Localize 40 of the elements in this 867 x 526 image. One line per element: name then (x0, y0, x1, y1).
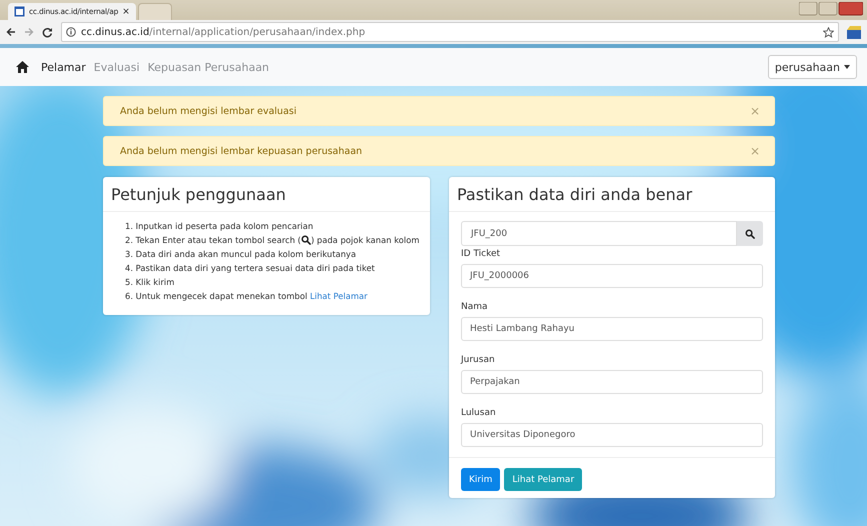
info-icon[interactable] (66, 27, 76, 37)
window-controls-icon[interactable] (799, 2, 863, 16)
submit-button[interactable]: Kirim (461, 468, 500, 491)
step-text: 1. Inputkan id peserta pada kolom pencarian (125, 221, 314, 231)
user-menu-button[interactable]: perusahaan (768, 55, 857, 79)
input-field[interactable]: Hesti Lambang Rahayu (461, 317, 763, 341)
input-field[interactable]: Universitas Diponegoro (461, 423, 763, 447)
lihat-pelamar-link[interactable]: Lihat Pelamar (310, 291, 368, 301)
field-label: Lulusan (461, 408, 497, 418)
search-field[interactable]: JFU_200 (461, 221, 737, 246)
page-icon (14, 6, 25, 17)
alert-text: Anda belum mengisi lembar evaluasi (120, 106, 298, 116)
step-text: 5. Klik kirim (125, 277, 174, 287)
alert-text: Anda belum mengisi lembar kepuasan perusahaan (120, 146, 364, 156)
star-icon[interactable] (823, 26, 834, 38)
input-field[interactable]: JFU_2000006 (461, 264, 763, 288)
search-button[interactable] (737, 221, 763, 246)
input-field[interactable]: Perpajakan (461, 370, 763, 394)
address-bar[interactable]: cc.dinus.ac.id/internal/application/perusahaan/index.php (61, 22, 839, 42)
tab-close-button[interactable]: × (122, 6, 130, 16)
card-title: Pastikan data diri anda benar (449, 177, 775, 212)
step-text: ) pada pojok kanan kolom (310, 235, 420, 245)
url-domain: cc.dinus.ac.id (81, 26, 150, 38)
search-icon (745, 228, 755, 238)
step-text: 3. Data diri anda akan muncul pada kolom berikutanya (125, 249, 356, 259)
step-text: 6. Untuk mengecek dapat menekan tombol Lihat Pelamar (125, 291, 368, 301)
caret-icon (844, 65, 850, 69)
url-path: /internal/application/perusahaan/index.php (149, 26, 366, 38)
home-icon[interactable] (16, 61, 29, 73)
reload-icon[interactable] (42, 26, 53, 38)
back-icon[interactable] (6, 27, 16, 37)
card-title: Petunjuk penggunaan (103, 177, 430, 212)
search-icon (300, 235, 311, 245)
field-label: ID Ticket (461, 249, 502, 259)
extension-icon[interactable] (847, 26, 861, 38)
step-text: 2. Tekan Enter atau tekan tombol search ( (125, 235, 301, 245)
field-label: Jurusan (461, 355, 496, 365)
step-text: 4. Pastikan data diri yang tertera sesuai data diri pada tiket (125, 263, 375, 273)
field-label: Nama (461, 302, 489, 312)
nav-link[interactable]: Pelamar (41, 60, 86, 74)
